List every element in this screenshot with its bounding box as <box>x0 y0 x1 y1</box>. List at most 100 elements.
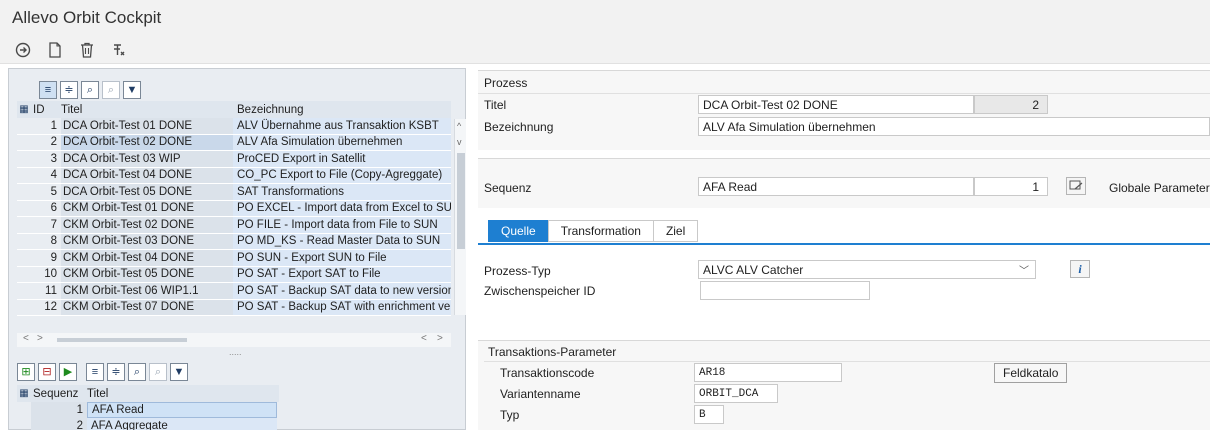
delete-icon[interactable] <box>76 40 98 60</box>
row-selector[interactable] <box>17 267 31 283</box>
left-pane: ≡ ≑ ⌕ ⌕ ▼ ▦ ID Titel Bezeichnung 1 DCA Or… <box>8 68 466 430</box>
new-document-icon[interactable] <box>44 40 66 60</box>
row-selector[interactable] <box>17 300 31 316</box>
scroll-right-icon[interactable]: > <box>37 333 43 344</box>
row-id: 5 <box>50 185 57 198</box>
tab-quelle[interactable]: Quelle <box>488 220 549 242</box>
table-row[interactable]: 2 DCA Orbit-Test 02 DONE ALV Afa Simulatio… <box>17 134 451 151</box>
find-next-icon-2[interactable]: ⌕ <box>149 363 167 381</box>
titel-number-field[interactable]: 2 <box>974 95 1048 114</box>
transaktionscode-field[interactable]: AR18 <box>694 363 842 382</box>
sort-icon[interactable]: ≑ <box>60 81 78 99</box>
scroll-right-icon-2[interactable]: > <box>437 333 443 344</box>
row-id: 2 <box>50 136 57 149</box>
row-id: 4 <box>50 169 57 182</box>
variantenname-field[interactable]: ORBIT_DCA <box>694 384 778 403</box>
table-row[interactable]: 8 CKM Orbit-Test 03 DONE PO MD_KS - Read M… <box>17 233 451 250</box>
row-bezeichnung: PO EXCEL - Import data from Excel to SUN <box>233 200 451 216</box>
sequenz-number-field[interactable]: 1 <box>974 177 1048 196</box>
select-all-icon[interactable]: ▦ <box>17 101 31 118</box>
row-selector[interactable] <box>17 151 31 167</box>
header-bezeichnung[interactable]: Bezeichnung <box>233 101 451 118</box>
row-titel: CKM Orbit-Test 05 DONE <box>61 266 233 282</box>
scroll-thumb[interactable] <box>457 153 465 249</box>
row-selector[interactable] <box>17 250 31 266</box>
titel-field[interactable]: DCA Orbit-Test 02 DONE <box>698 95 974 114</box>
scroll-left-icon-2[interactable]: < <box>421 333 427 344</box>
table-row[interactable]: 10 CKM Orbit-Test 05 DONE PO SAT - Export … <box>17 266 451 283</box>
row-id: 6 <box>50 202 57 215</box>
header-titel[interactable]: Titel <box>61 104 233 116</box>
table-row[interactable]: 7 CKM Orbit-Test 02 DONE PO FILE - Import … <box>17 217 451 234</box>
row-selector[interactable] <box>17 184 31 200</box>
row-selector[interactable] <box>17 201 31 217</box>
row-selector[interactable] <box>17 135 31 151</box>
variantenname-label: Variantenname <box>500 387 581 401</box>
splitter-grip[interactable]: ..... <box>229 347 242 357</box>
process-grid-toolbar: ≡ ≑ ⌕ ⌕ ▼ <box>39 81 179 101</box>
row-bezeichnung: ProCED Export in Satellit <box>233 151 451 167</box>
select-all-seq-icon[interactable]: ▦ <box>17 385 31 402</box>
row-selector[interactable] <box>17 418 31 430</box>
row-selector[interactable] <box>17 118 31 134</box>
bezeichnung-field[interactable]: ALV Afa Simulation übernehmen <box>698 117 1210 136</box>
divider <box>478 93 1210 94</box>
table-row[interactable]: 4 DCA Orbit-Test 04 DONE CO_PC Export to F… <box>17 167 451 184</box>
process-table-hscrollbar[interactable]: < > < > <box>17 333 451 347</box>
table-row[interactable]: 6 CKM Orbit-Test 01 DONE PO EXCEL - Import… <box>17 200 451 217</box>
right-pane: Prozess Titel DCA Orbit-Test 02 DONE 2 B… <box>478 70 1210 430</box>
globale-parameter-label[interactable]: Globale Parameter <box>1109 181 1210 195</box>
run-icon[interactable]: ▶ <box>59 363 77 381</box>
header-seq-titel[interactable]: Titel <box>83 388 108 400</box>
scroll-up-icon[interactable]: ^ <box>457 121 461 131</box>
details-icon-2[interactable]: ≡ <box>86 363 104 381</box>
sort-icon-2[interactable]: ≑ <box>107 363 125 381</box>
prozess-typ-value: ALVC ALV Catcher <box>703 262 804 277</box>
header-sequenz[interactable]: Sequenz <box>31 388 83 400</box>
find-next-icon[interactable]: ⌕ <box>102 81 120 99</box>
delete-row-icon[interactable]: ⊟ <box>38 363 56 381</box>
row-bezeichnung: PO SAT - Backup SAT data to new version <box>233 283 451 299</box>
row-selector[interactable] <box>17 217 31 233</box>
sequence-row[interactable]: 1 AFA Read <box>17 402 279 418</box>
prozess-typ-dropdown[interactable]: ALVC ALV Catcher ﹀ <box>698 260 1036 279</box>
process-table-scrollbar[interactable]: ^ v <box>454 119 466 315</box>
typ-field[interactable]: B <box>694 405 724 424</box>
table-row[interactable]: 3 DCA Orbit-Test 03 WIP ProCED Export in S… <box>17 151 451 168</box>
sequenz-field[interactable]: AFA Read <box>698 177 974 196</box>
sequence-table-header: ▦ Sequenz Titel <box>17 385 279 402</box>
info-icon[interactable]: i <box>1070 260 1090 278</box>
sequence-row[interactable]: 2 AFA Aggregate <box>17 418 279 430</box>
find-icon-2[interactable]: ⌕ <box>128 363 146 381</box>
chevron-down-icon: ﹀ <box>1019 266 1029 277</box>
insert-row-icon[interactable]: ⊞ <box>17 363 35 381</box>
tab-transformation[interactable]: Transformation <box>547 220 654 242</box>
zwischenspeicher-field[interactable] <box>700 281 870 300</box>
header-id[interactable]: ID <box>31 104 61 116</box>
execute-icon[interactable] <box>12 40 34 60</box>
row-id: 11 <box>45 284 57 297</box>
sequenz-section: Sequenz AFA Read 1 Globale Parameter <box>478 158 1210 208</box>
table-row[interactable]: 9 CKM Orbit-Test 04 DONE PO SUN - Export S… <box>17 250 451 267</box>
row-selector[interactable] <box>17 283 31 299</box>
filter-icon-2[interactable]: ▼ <box>170 363 188 381</box>
table-row[interactable]: 12 CKM Orbit-Test 07 DONE PO SAT - Backup … <box>17 299 451 316</box>
row-selector[interactable] <box>17 234 31 250</box>
edit-parameters-icon[interactable] <box>1066 177 1086 195</box>
table-row[interactable]: 5 DCA Orbit-Test 05 DONE SAT Transformatio… <box>17 184 451 201</box>
main-toolbar <box>0 36 1210 64</box>
bezeichnung-label: Bezeichnung <box>484 120 554 134</box>
scroll-down-icon[interactable]: v <box>457 137 462 147</box>
settings-icon[interactable] <box>108 40 130 60</box>
tab-ziel[interactable]: Ziel <box>652 220 699 242</box>
table-row[interactable]: 11 CKM Orbit-Test 06 WIP1.1 PO SAT - Backu… <box>17 283 451 300</box>
row-selector[interactable] <box>17 402 31 418</box>
details-icon[interactable]: ≡ <box>39 81 57 99</box>
find-icon[interactable]: ⌕ <box>81 81 99 99</box>
feldkatalog-button[interactable]: Feldkatalo <box>994 363 1068 383</box>
row-selector[interactable] <box>17 168 31 184</box>
hscroll-thumb[interactable] <box>57 338 187 342</box>
filter-icon[interactable]: ▼ <box>123 81 141 99</box>
table-row[interactable]: 1 DCA Orbit-Test 01 DONE ALV Übernahme aus… <box>17 118 451 135</box>
scroll-left-icon[interactable]: < <box>23 333 29 344</box>
